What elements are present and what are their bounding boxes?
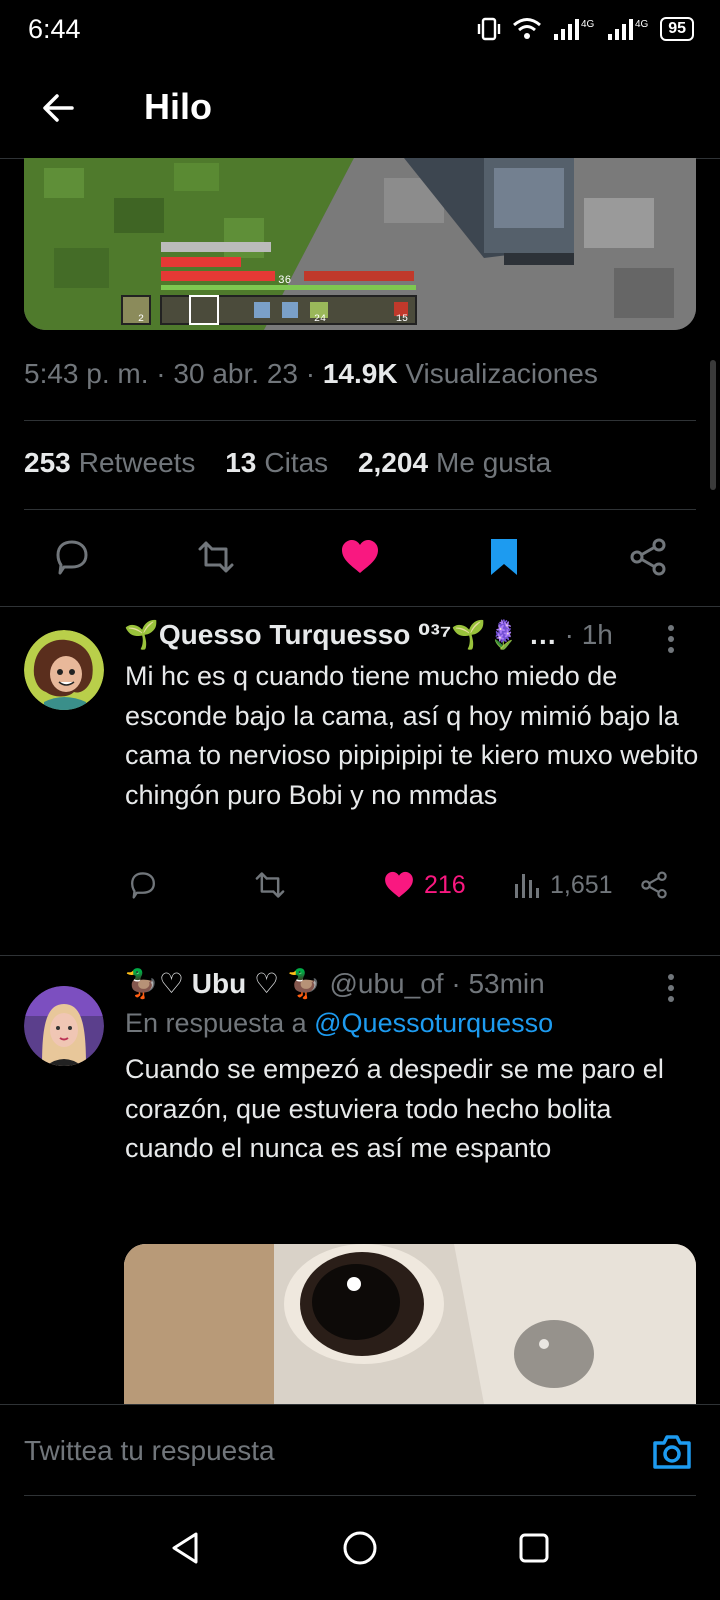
reply-icon [131,872,155,899]
views-count: 1,651 [550,870,613,899]
views-chart-icon [515,874,539,898]
hud-level: 36 [278,275,291,287]
views-count: 14.9K [322,358,398,389]
reply-header: 🦆♡ Ubu ♡ 🦆 @ubu_of · 53min [124,967,545,1000]
reply-to-prefix: En respuesta a [125,1008,307,1038]
battery-icon: 95 [660,17,694,41]
tweet-time: 5:43 p. m. [24,358,149,389]
tweet-time: · 1h [564,619,613,650]
retweets-stat[interactable]: 253 Retweets [24,447,195,478]
recents-square-icon[interactable] [514,1528,554,1568]
tweet-media-image[interactable]: 36 2 24 15 [24,158,696,330]
display-name[interactable]: 🌱Quesso Turquesso ⁰³⁷🌱🪻 [124,619,521,650]
like-heart-icon [385,871,413,898]
status-icons: 4G 4G 95 [476,14,694,44]
hud-count-1: 2 [138,314,144,325]
reply-to-line: En respuesta a @Quessoturquesso [125,1008,553,1039]
game-screenshot: 36 2 24 15 [24,158,696,330]
thread-header: Hilo [0,60,720,159]
status-time: 6:44 [28,14,81,44]
network-type: 4G [581,19,595,30]
like-heart-icon[interactable] [338,535,382,579]
tweet-date: 30 abr. 23 [173,358,298,389]
signal-icon-2: 4G [608,19,649,40]
network-type-2: 4G [635,19,649,30]
vibrate-icon [478,17,501,41]
reply-text: Cuando se empezó a despedir se me paro e… [125,1054,664,1163]
back-triangle-icon[interactable] [166,1528,206,1568]
tweet-stats: 253 Retweets 13 Citas 2,204 Me gusta [24,447,573,479]
dog-closeup-image [124,1244,696,1404]
reply-icon[interactable] [50,535,94,579]
retweet-icon[interactable] [194,535,238,579]
bookmark-icon[interactable] [482,535,526,579]
retweet-icon [255,872,285,898]
display-name[interactable]: 🦆♡ Ubu ♡ 🦆 [124,968,322,999]
views-button[interactable]: 1,651 [512,865,613,905]
hud-count-2: 24 [314,314,326,325]
tweet-media-image[interactable] [124,1244,696,1404]
more-options-icon[interactable] [656,619,686,659]
divider [24,420,696,421]
views-label: Visualizaciones [405,358,598,389]
tweet-action-bar [0,525,720,589]
tweet-time: · 53min [451,968,545,999]
like-count: 216 [424,870,466,899]
back-arrow-icon[interactable] [36,86,80,130]
like-button[interactable]: 216 [382,865,466,905]
signal-icon: 4G [554,19,595,40]
wifi-icon [513,18,542,39]
more-options-icon[interactable] [656,968,686,1008]
retweet-button[interactable] [252,865,296,905]
avatar[interactable] [24,630,104,710]
reply-header: 🌱Quesso Turquesso ⁰³⁷🌱🪻 … · 1h [124,618,613,651]
status-bar: 6:44 4G 4G 95 [0,0,720,60]
reply-input-placeholder[interactable]: Twittea tu respuesta [24,1435,275,1467]
hud-count-3: 15 [396,314,408,325]
avatar[interactable] [24,986,104,1066]
system-navigation-bar [0,1496,720,1600]
quotes-stat[interactable]: 13 Citas [225,447,328,478]
reply-to-handle[interactable]: @Quessoturquesso [314,1008,553,1038]
name-truncation: … [528,619,557,650]
divider [24,509,696,510]
tweet-meta: 5:43 p. m. · 30 abr. 23 · 14.9K Visualiz… [24,358,598,389]
page-title: Hilo [144,86,212,127]
share-icon [641,871,667,899]
reply-tweet[interactable]: 🌱Quesso Turquesso ⁰³⁷🌱🪻 … · 1h Mi hc es … [0,607,720,955]
home-circle-icon[interactable] [340,1528,380,1568]
share-button[interactable] [638,865,678,905]
likes-stat[interactable]: 2,204 Me gusta [358,447,551,478]
share-icon[interactable] [626,535,670,579]
scrollbar[interactable] [710,360,716,490]
camera-icon[interactable] [650,1429,694,1473]
reply-button[interactable] [126,865,168,905]
user-handle[interactable]: @ubu_of [329,968,443,999]
reply-text: Mi hc es q cuando tiene mucho miedo de e… [125,661,699,810]
reply-composer[interactable]: Twittea tu respuesta [0,1404,720,1497]
